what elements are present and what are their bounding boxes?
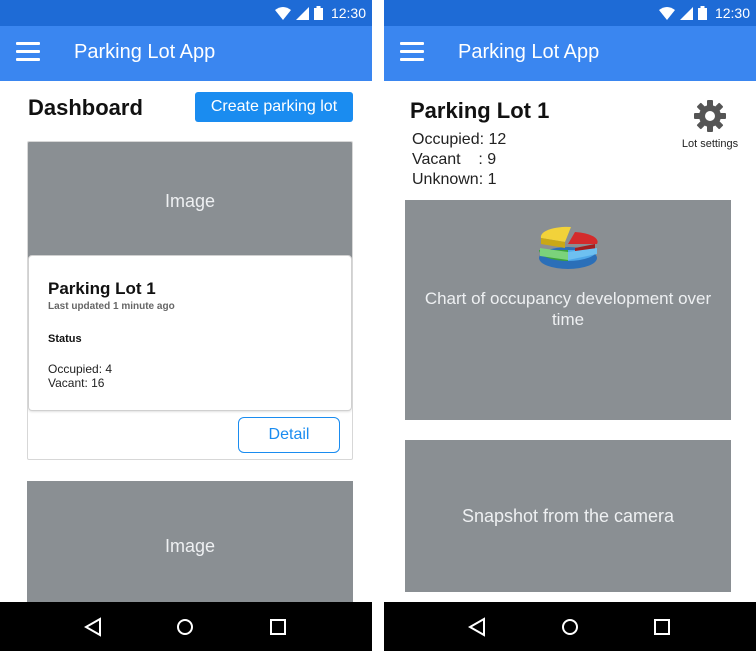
battery-icon xyxy=(313,6,323,20)
camera-snapshot-placeholder: Snapshot from the camera xyxy=(405,440,731,592)
image-label: Image xyxy=(164,535,216,556)
signal-icon xyxy=(295,6,309,20)
system-nav-bar xyxy=(384,602,756,651)
lot-summary: Parking Lot 1 Last updated 1 minute ago … xyxy=(28,255,352,411)
app-title: Parking Lot App xyxy=(74,41,216,63)
back-triangle-icon[interactable] xyxy=(466,616,488,638)
status-bar: 12:30 xyxy=(384,0,756,26)
chart-caption: Chart of occupancy development over time xyxy=(424,289,712,329)
occupancy-chart-placeholder: Chart of occupancy development over time xyxy=(405,200,731,420)
unknown-count: Unknown: 1 xyxy=(412,171,497,188)
recents-square-icon[interactable] xyxy=(267,616,289,638)
back-triangle-icon[interactable] xyxy=(82,616,104,638)
hamburger-menu-icon[interactable] xyxy=(400,42,424,62)
pie-chart-icon xyxy=(539,226,598,269)
home-circle-icon[interactable] xyxy=(174,616,196,638)
home-circle-icon[interactable] xyxy=(559,616,581,638)
recents-square-icon[interactable] xyxy=(651,616,673,638)
status-time: 12:30 xyxy=(714,5,750,21)
detail-button[interactable]: Detail xyxy=(238,417,340,453)
dashboard-screen: 12:30 Parking Lot App Dashboard Create p… xyxy=(0,0,372,651)
status-heading: Status xyxy=(48,333,82,345)
lot-detail-content: Parking Lot 1 Occupied: 12 Vacant : 9 Un… xyxy=(384,81,756,602)
snapshot-caption: Snapshot from the camera xyxy=(461,505,675,526)
gear-icon[interactable] xyxy=(693,99,727,133)
app-bar: Parking Lot App xyxy=(0,26,372,81)
image-label: Image xyxy=(164,190,216,211)
create-parking-lot-button[interactable]: Create parking lot xyxy=(195,92,353,122)
lot-settings-label[interactable]: Lot settings xyxy=(680,138,740,151)
wifi-icon xyxy=(658,6,675,20)
occupied-count: Occupied: 4 xyxy=(48,362,113,376)
lot-image-placeholder: Image xyxy=(28,142,352,260)
vacant-count: Vacant : 9 xyxy=(412,151,497,168)
lot-name: Parking Lot 1 xyxy=(48,279,156,298)
lot-detail-screen: 12:30 Parking Lot App Parking Lot 1 Occu… xyxy=(384,0,756,651)
app-title: Parking Lot App xyxy=(458,41,600,63)
lot-title: Parking Lot 1 xyxy=(410,98,550,123)
occupied-count: Occupied: 12 xyxy=(412,131,507,148)
system-nav-bar xyxy=(0,602,372,651)
vacant-count: Vacant: 16 xyxy=(48,376,105,390)
page-title: Dashboard xyxy=(28,95,143,120)
last-updated: Last updated 1 minute ago xyxy=(48,301,175,312)
parking-lot-card: Image Parking Lot 1 Last updated 1 minut… xyxy=(27,141,353,460)
signal-icon xyxy=(679,6,693,20)
hamburger-menu-icon[interactable] xyxy=(16,42,40,62)
battery-icon xyxy=(697,6,707,20)
app-bar: Parking Lot App xyxy=(384,26,756,81)
wifi-icon xyxy=(274,6,291,20)
dashboard-content: Dashboard Create parking lot Image Parki… xyxy=(0,81,372,602)
status-time: 12:30 xyxy=(330,5,366,21)
parking-lot-card: Image xyxy=(27,481,353,602)
lot-image-placeholder: Image xyxy=(27,481,353,602)
status-bar: 12:30 xyxy=(0,0,372,26)
